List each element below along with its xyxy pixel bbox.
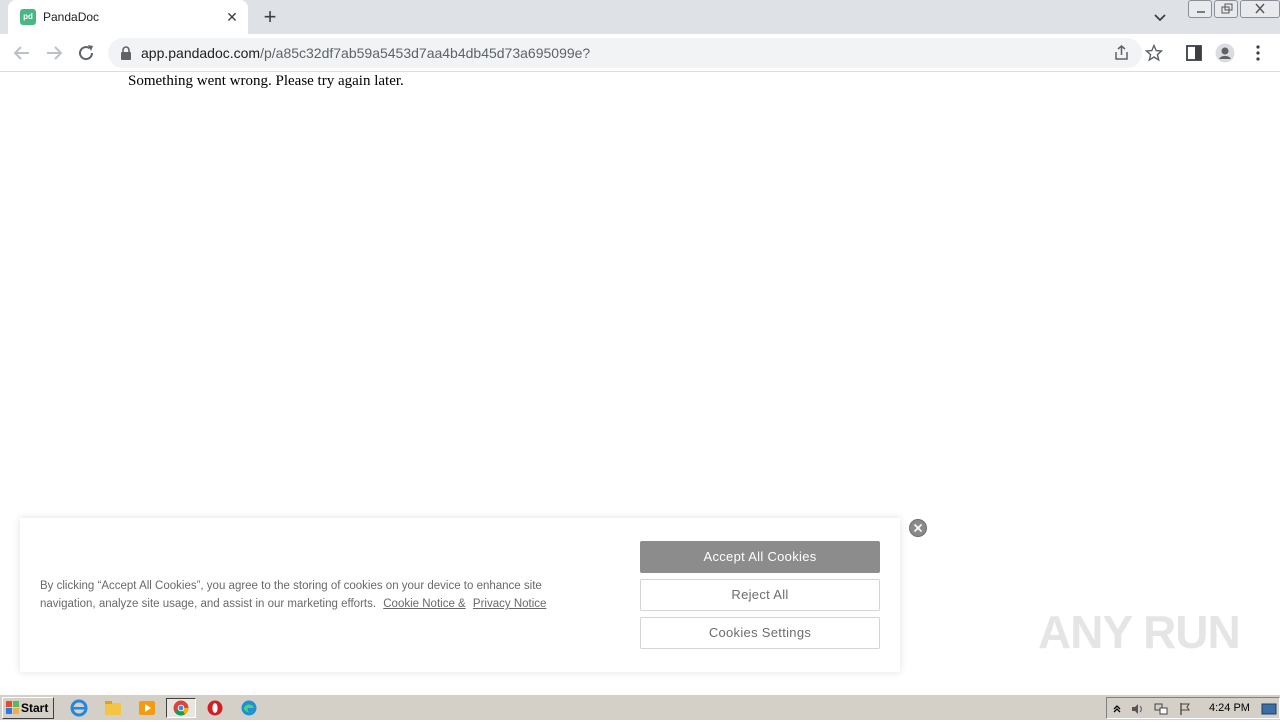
forward-arrow-icon[interactable] — [42, 41, 66, 65]
address-bar[interactable]: app.pandadoc.com/p/a85c32df7ab59a5453d7a… — [108, 38, 1163, 68]
tab-title: PandaDoc — [43, 10, 100, 24]
system-tray: 4:24 PM — [1106, 697, 1280, 719]
error-message: Something went wrong. Please try again l… — [128, 73, 404, 89]
tab-close-icon[interactable]: ✕ — [224, 9, 240, 25]
window-close-button[interactable] — [1240, 0, 1280, 18]
lock-icon[interactable] — [120, 46, 132, 60]
cookie-notice-link[interactable]: Cookie Notice & — [383, 598, 465, 610]
url-text: app.pandadoc.com/p/a85c32df7ab59a5453d7a… — [141, 45, 590, 61]
accept-all-cookies-button[interactable]: Accept All Cookies — [640, 541, 880, 573]
browser-tab[interactable]: pd PandaDoc ✕ — [8, 0, 248, 34]
browser-tab-strip: pd PandaDoc ✕ + — [0, 0, 1280, 34]
browser-menu-icon[interactable] — [1248, 43, 1268, 63]
cookie-consent-text: By clicking “Accept All Cookies”, you ag… — [40, 577, 600, 613]
show-hidden-icons-chevron-icon[interactable] — [1109, 701, 1125, 717]
browser-toolbar: app.pandadoc.com/p/a85c32df7ab59a5453d7a… — [0, 34, 1280, 72]
cookie-description: By clicking “Accept All Cookies”, you ag… — [40, 580, 542, 610]
cookie-consent-banner: By clicking “Accept All Cookies”, you ag… — [20, 518, 900, 672]
minimize-icon — [1197, 11, 1205, 13]
start-label: Start — [21, 701, 49, 715]
reject-all-button[interactable]: Reject All — [640, 579, 880, 611]
cookies-settings-button[interactable]: Cookies Settings — [640, 617, 880, 649]
pandadoc-favicon-icon: pd — [20, 9, 36, 25]
start-button[interactable]: Start — [2, 697, 54, 719]
close-icon — [913, 523, 923, 533]
cookie-banner-close-button[interactable] — [909, 519, 927, 537]
tab-search-chevron-icon[interactable] — [1150, 8, 1170, 28]
restore-button[interactable] — [1214, 0, 1238, 18]
back-arrow-icon[interactable] — [10, 41, 34, 65]
taskbar: Start 4:24 PM — [0, 694, 1280, 720]
chrome-icon — [173, 700, 189, 716]
taskbar-clock[interactable]: 4:24 PM — [1209, 702, 1250, 714]
new-tab-button[interactable]: + — [258, 5, 282, 29]
side-panel-icon[interactable] — [1184, 43, 1204, 63]
profile-avatar-icon[interactable] — [1215, 43, 1235, 63]
network-icon[interactable] — [1153, 701, 1169, 717]
action-center-flag-icon[interactable] — [1177, 701, 1193, 717]
minimize-button[interactable] — [1188, 0, 1212, 18]
bookmark-star-icon[interactable] — [1145, 44, 1163, 62]
window-controls — [1186, 0, 1280, 18]
internet-explorer-icon[interactable] — [68, 698, 90, 718]
show-desktop-icon[interactable] — [1261, 701, 1277, 717]
media-player-icon[interactable] — [136, 698, 158, 718]
file-explorer-icon[interactable] — [102, 698, 124, 718]
opera-icon[interactable] — [204, 698, 226, 718]
edge-icon[interactable] — [238, 698, 260, 718]
window-close-icon — [1255, 3, 1265, 14]
restore-icon — [1221, 3, 1233, 14]
url-path: /p/a85c32df7ab59a5453d7aa4b4db45d73a6950… — [260, 45, 591, 61]
privacy-notice-link[interactable]: Privacy Notice — [473, 598, 547, 610]
reload-icon[interactable] — [74, 41, 98, 65]
windows-logo-icon — [6, 701, 19, 714]
volume-icon[interactable] — [1129, 701, 1145, 717]
anyrun-watermark: ANY RUN — [1038, 606, 1241, 658]
share-icon[interactable] — [1113, 44, 1131, 62]
chrome-taskbar-button[interactable] — [166, 698, 196, 718]
url-host: app.pandadoc.com — [141, 45, 261, 61]
